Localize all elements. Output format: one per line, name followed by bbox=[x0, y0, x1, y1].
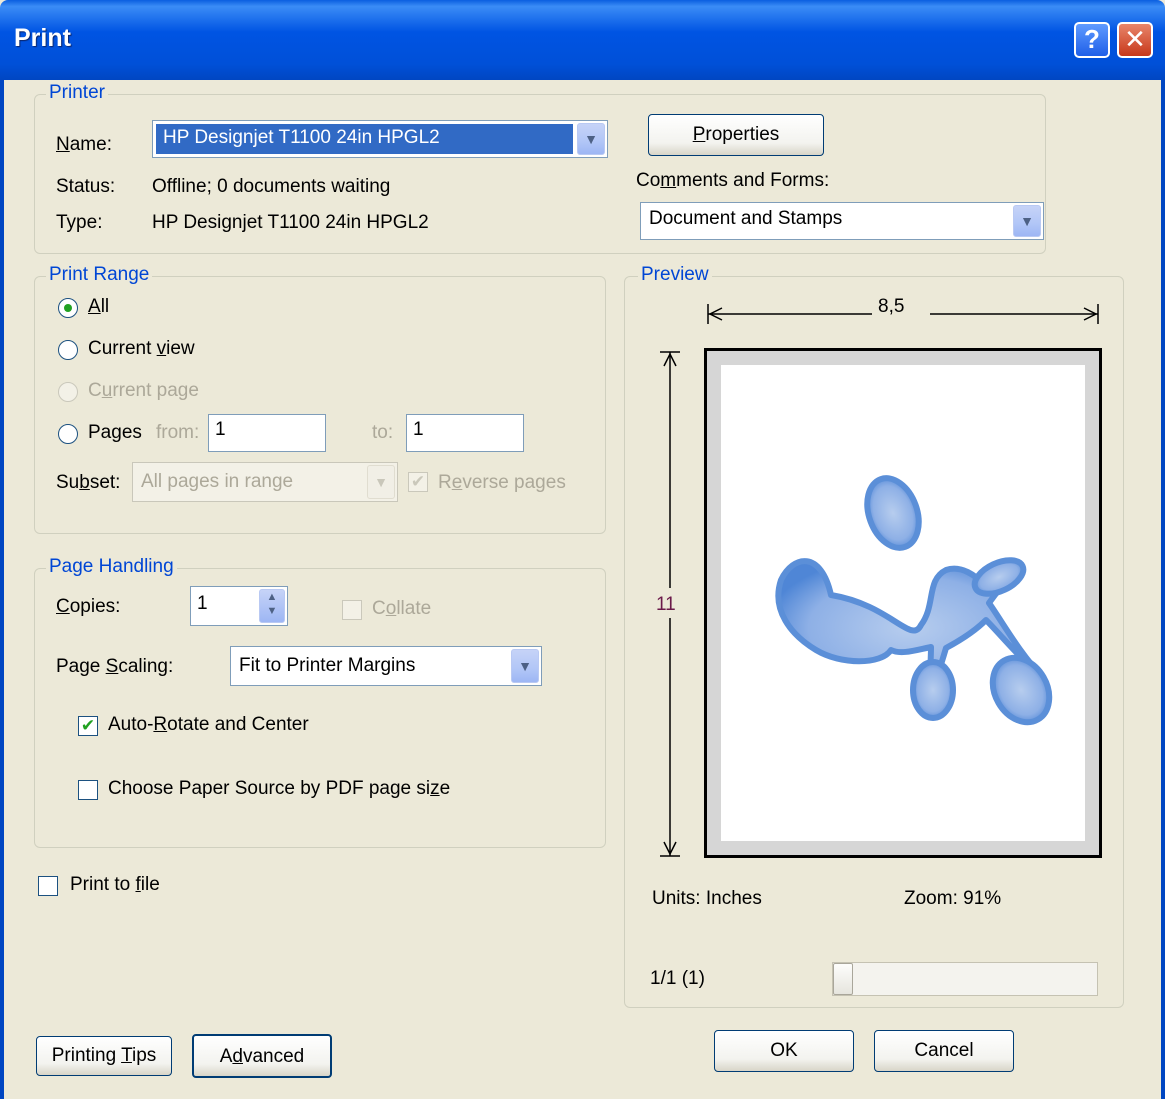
comments-forms-select[interactable]: Document and Stamps ▼ bbox=[640, 202, 1044, 240]
from-label: from: bbox=[156, 422, 200, 443]
page-scaling-value: Fit to Printer Margins bbox=[239, 655, 416, 676]
all-radio[interactable] bbox=[58, 298, 78, 318]
advanced-label: Advanced bbox=[219, 1046, 305, 1067]
advanced-button[interactable]: Advanced bbox=[192, 1034, 332, 1078]
window-title: Print bbox=[14, 24, 71, 52]
copies-stepper[interactable]: 1 ▲ ▼ bbox=[190, 586, 288, 626]
printer-name-value: HP Designjet T1100 24in HPGL2 bbox=[163, 127, 440, 148]
copies-label: Copies: bbox=[56, 596, 121, 617]
printer-name-select[interactable]: HP Designjet T1100 24in HPGL2 ▼ bbox=[152, 120, 608, 158]
properties-button[interactable]: Properties bbox=[648, 114, 824, 156]
document-graphic-icon bbox=[775, 475, 1053, 726]
page-preview-printable-area bbox=[721, 365, 1085, 841]
ok-button[interactable]: OK bbox=[714, 1030, 854, 1072]
ok-label: OK bbox=[770, 1040, 798, 1061]
print-to-file-checkbox[interactable] bbox=[38, 876, 58, 896]
close-button[interactable]: ✕ bbox=[1117, 22, 1153, 58]
current-page-radio bbox=[58, 382, 78, 402]
collate-checkbox bbox=[342, 600, 362, 620]
page-slider-thumb[interactable] bbox=[833, 963, 853, 995]
printing-tips-button[interactable]: Printing Tips bbox=[36, 1036, 172, 1076]
paper-source-checkbox[interactable] bbox=[78, 780, 98, 800]
name-label: Name: bbox=[56, 134, 112, 155]
reverse-pages-checkbox: ✔ bbox=[408, 472, 428, 492]
to-label: to: bbox=[372, 422, 394, 443]
reverse-pages-label: Reverse pages bbox=[438, 472, 566, 493]
from-page-value: 1 bbox=[215, 419, 226, 440]
printing-tips-label: Printing Tips bbox=[51, 1045, 157, 1066]
auto-rotate-checkbox[interactable]: ✔ bbox=[78, 716, 98, 736]
to-page-input[interactable]: 1 bbox=[406, 414, 524, 452]
spinner-arrows-icon[interactable]: ▲ ▼ bbox=[259, 589, 285, 623]
subset-value: All pages in range bbox=[141, 471, 294, 492]
collate-label: Collate bbox=[372, 598, 432, 619]
status-value: Offline; 0 documents waiting bbox=[152, 176, 391, 197]
zoom-label: Zoom: 91% bbox=[904, 888, 1002, 909]
units-label: Units: Inches bbox=[652, 888, 762, 909]
cancel-label: Cancel bbox=[914, 1040, 974, 1061]
chevron-down-icon[interactable]: ▼ bbox=[511, 649, 539, 683]
chevron-down-icon: ▼ bbox=[367, 465, 395, 499]
subset-label: Subset: bbox=[56, 472, 121, 493]
cancel-button[interactable]: Cancel bbox=[874, 1030, 1014, 1072]
current-view-radio[interactable] bbox=[58, 340, 78, 360]
properties-button-label: Properties bbox=[692, 124, 780, 145]
page-scaling-select[interactable]: Fit to Printer Margins ▼ bbox=[230, 646, 542, 686]
preview-height-label: 11 bbox=[656, 594, 676, 615]
current-view-label[interactable]: Current view bbox=[88, 338, 195, 360]
subset-select: All pages in range ▼ bbox=[132, 462, 398, 502]
help-button[interactable]: ? bbox=[1074, 22, 1110, 58]
copies-value: 1 bbox=[197, 593, 208, 614]
all-label[interactable]: All bbox=[88, 296, 109, 318]
page-handling-legend: Page Handling bbox=[46, 556, 177, 578]
pages-label[interactable]: Pages bbox=[88, 422, 142, 444]
type-label: Type: bbox=[56, 212, 103, 233]
chevron-down-icon[interactable]: ▼ bbox=[577, 123, 605, 155]
comments-label: Comments and Forms: bbox=[636, 170, 830, 191]
paper-source-label[interactable]: Choose Paper Source by PDF page size bbox=[108, 778, 450, 800]
type-value: HP Designjet T1100 24in HPGL2 bbox=[152, 212, 429, 233]
print-to-file-label[interactable]: Print to file bbox=[70, 874, 160, 896]
comments-forms-value: Document and Stamps bbox=[649, 208, 843, 229]
current-page-label: Current page bbox=[88, 380, 199, 401]
window-frame-left bbox=[0, 80, 4, 1099]
from-page-input[interactable]: 1 bbox=[208, 414, 326, 452]
preview-width-label: 8,5 bbox=[878, 296, 905, 317]
chevron-down-icon[interactable]: ▼ bbox=[1013, 205, 1041, 237]
page-preview bbox=[704, 348, 1102, 858]
print-range-legend: Print Range bbox=[46, 264, 153, 286]
auto-rotate-label[interactable]: Auto-Rotate and Center bbox=[108, 714, 309, 736]
window-frame-right bbox=[1161, 80, 1165, 1099]
page-scaling-label: Page Scaling: bbox=[56, 656, 174, 677]
page-indicator: 1/1 (1) bbox=[650, 968, 705, 989]
to-page-value: 1 bbox=[413, 419, 424, 440]
title-bar bbox=[0, 0, 1165, 80]
status-label: Status: bbox=[56, 176, 116, 197]
pages-radio[interactable] bbox=[58, 424, 78, 444]
printer-legend: Printer bbox=[46, 82, 108, 104]
page-slider-track[interactable] bbox=[832, 962, 1098, 996]
